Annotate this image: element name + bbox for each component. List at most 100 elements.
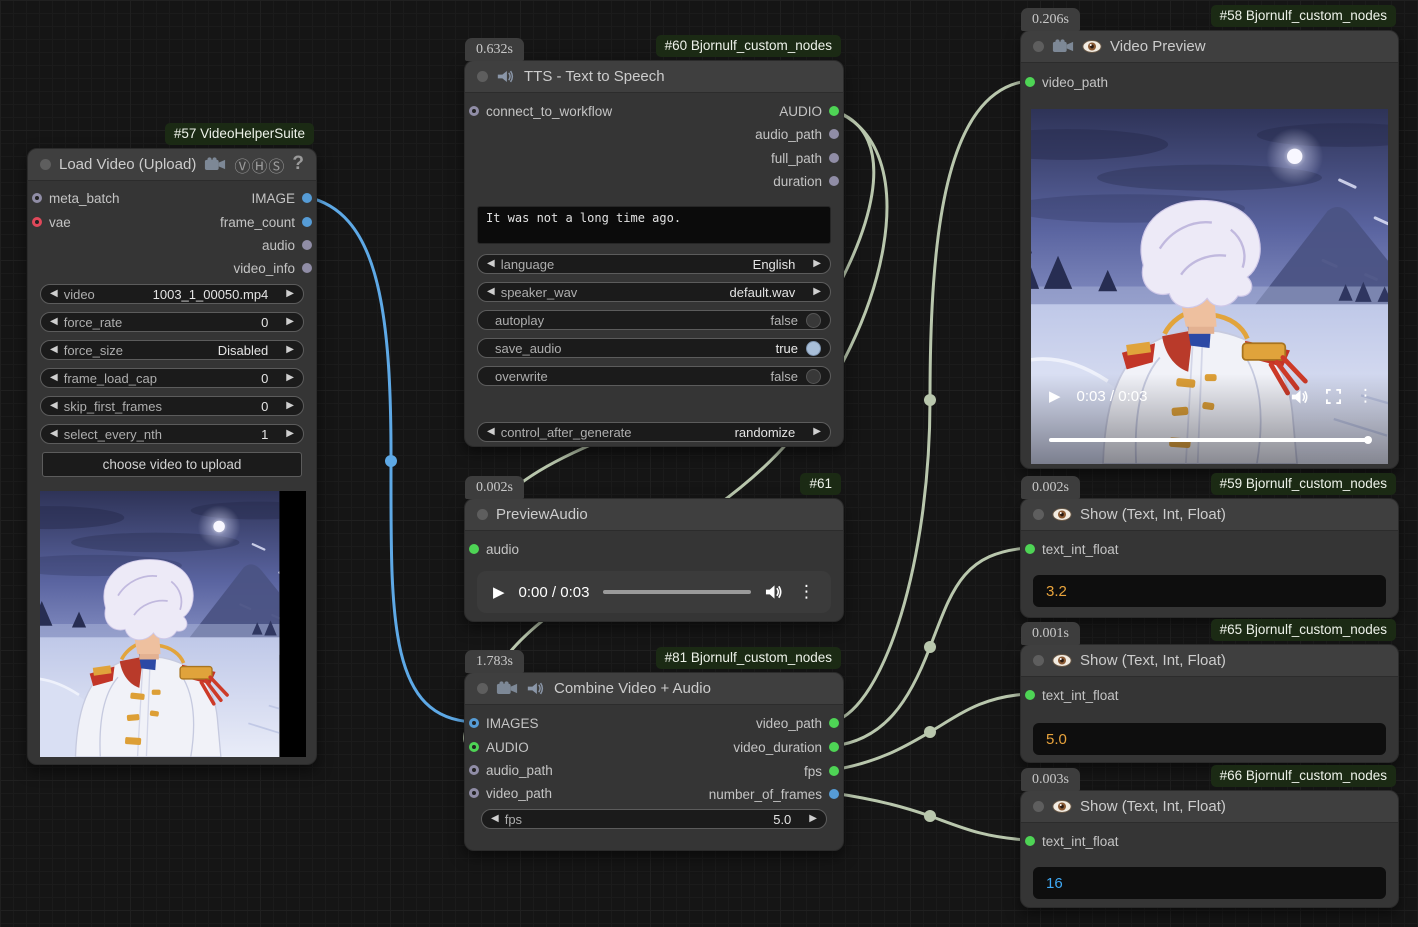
- fullscreen-icon[interactable]: [1326, 389, 1341, 404]
- input-port-text-int-float[interactable]: text_int_float: [1025, 537, 1119, 561]
- seek-bar[interactable]: [603, 590, 751, 594]
- increment-arrow-icon[interactable]: ▶: [286, 401, 294, 411]
- collapse-dot[interactable]: [1033, 655, 1044, 666]
- node-header[interactable]: Combine Video + Audio: [465, 673, 843, 705]
- video-seek-bar[interactable]: [1049, 438, 1370, 442]
- node-video-preview[interactable]: 0.206s #58 Bjornulf_custom_nodes Video P…: [1020, 30, 1399, 469]
- widget-fps[interactable]: ◀ fps 5.0 ▶: [481, 809, 827, 829]
- seek-knob[interactable]: [1364, 436, 1372, 444]
- kebab-menu-icon[interactable]: ⋮: [1357, 388, 1374, 405]
- collapse-dot[interactable]: [1033, 801, 1044, 812]
- decrement-arrow-icon[interactable]: ◀: [50, 401, 58, 411]
- increment-arrow-icon[interactable]: ▶: [286, 317, 294, 327]
- input-port-video-path[interactable]: video_path: [469, 781, 552, 805]
- node-tts[interactable]: 0.632s #60 Bjornulf_custom_nodes TTS - T…: [464, 60, 844, 447]
- tts-text-input[interactable]: It was not a long time ago.: [477, 206, 831, 244]
- port-dot[interactable]: [302, 263, 312, 273]
- node-preview-audio[interactable]: 0.002s #61 PreviewAudio audio ▶ 0:00 / 0…: [464, 498, 844, 622]
- output-port-audio-path[interactable]: audio_path: [755, 122, 839, 146]
- collapse-dot[interactable]: [1033, 509, 1044, 520]
- increment-arrow-icon[interactable]: ▶: [286, 429, 294, 439]
- node-header[interactable]: Load Video (Upload) ⓋⒽⓈ ?: [28, 149, 316, 181]
- output-port-full-path[interactable]: full_path: [771, 146, 839, 170]
- port-dot[interactable]: [829, 742, 839, 752]
- collapse-dot[interactable]: [477, 509, 488, 520]
- node-header[interactable]: PreviewAudio: [465, 499, 843, 531]
- node-header[interactable]: TTS - Text to Speech: [465, 61, 843, 93]
- kebab-menu-icon[interactable]: ⋮: [798, 584, 815, 601]
- node-load-video[interactable]: #57 VideoHelperSuite Load Video (Upload)…: [27, 148, 317, 765]
- collapse-dot[interactable]: [477, 71, 488, 82]
- widget-force-size[interactable]: ◀ force_size Disabled ▶: [40, 340, 304, 360]
- output-port-number-of-frames[interactable]: number_of_frames: [709, 782, 839, 806]
- input-port-text-int-float[interactable]: text_int_float: [1025, 829, 1119, 853]
- video-player[interactable]: ▶ 0:03 / 0:03 ⋮: [1031, 109, 1388, 464]
- toggle-knob[interactable]: [806, 369, 821, 384]
- output-port-video-duration[interactable]: video_duration: [733, 735, 839, 759]
- port-dot[interactable]: [1025, 836, 1035, 846]
- port-dot[interactable]: [829, 718, 839, 728]
- input-port-audio[interactable]: AUDIO: [469, 735, 529, 759]
- widget-save-audio-toggle[interactable]: save_audio true: [477, 338, 831, 358]
- port-dot[interactable]: [469, 742, 479, 752]
- port-dot[interactable]: [829, 129, 839, 139]
- port-dot[interactable]: [32, 217, 42, 227]
- widget-control-after-generate[interactable]: ◀ control_after_generate randomize ▶: [477, 422, 831, 442]
- widget-autoplay-toggle[interactable]: autoplay false: [477, 310, 831, 330]
- increment-arrow-icon[interactable]: ▶: [286, 373, 294, 383]
- port-dot[interactable]: [829, 766, 839, 776]
- widget-speaker-wav[interactable]: ◀ speaker_wav default.wav ▶: [477, 282, 831, 302]
- input-port-vae[interactable]: vae: [32, 210, 71, 234]
- output-port-fps[interactable]: fps: [804, 759, 839, 783]
- decrement-arrow-icon[interactable]: ◀: [50, 289, 58, 299]
- node-show-fps[interactable]: 0.001s #65 Bjornulf_custom_nodes Show (T…: [1020, 644, 1399, 763]
- input-port-connect-to-workflow[interactable]: connect_to_workflow: [469, 99, 612, 123]
- widget-skip-first-frames[interactable]: ◀ skip_first_frames 0 ▶: [40, 396, 304, 416]
- widget-select-every-nth[interactable]: ◀ select_every_nth 1 ▶: [40, 424, 304, 444]
- decrement-arrow-icon[interactable]: ◀: [487, 287, 495, 297]
- port-dot[interactable]: [302, 193, 312, 203]
- port-dot[interactable]: [829, 153, 839, 163]
- increment-arrow-icon[interactable]: ▶: [286, 289, 294, 299]
- collapse-dot[interactable]: [40, 159, 51, 170]
- play-icon[interactable]: ▶: [1049, 389, 1061, 404]
- port-dot[interactable]: [302, 217, 312, 227]
- increment-arrow-icon[interactable]: ▶: [813, 427, 821, 437]
- output-port-duration[interactable]: duration: [773, 169, 839, 193]
- node-show-frames[interactable]: 0.003s #66 Bjornulf_custom_nodes Show (T…: [1020, 790, 1399, 908]
- output-port-image[interactable]: IMAGE: [251, 186, 312, 210]
- decrement-arrow-icon[interactable]: ◀: [50, 429, 58, 439]
- decrement-arrow-icon[interactable]: ◀: [487, 427, 495, 437]
- widget-force-rate[interactable]: ◀ force_rate 0 ▶: [40, 312, 304, 332]
- node-header[interactable]: Show (Text, Int, Float): [1021, 499, 1398, 531]
- port-dot[interactable]: [829, 789, 839, 799]
- port-dot[interactable]: [1025, 544, 1035, 554]
- output-port-video-path[interactable]: video_path: [756, 711, 839, 735]
- collapse-dot[interactable]: [1033, 41, 1044, 52]
- decrement-arrow-icon[interactable]: ◀: [487, 259, 495, 269]
- port-dot[interactable]: [829, 176, 839, 186]
- increment-arrow-icon[interactable]: ▶: [809, 814, 817, 824]
- play-icon[interactable]: ▶: [493, 585, 505, 600]
- volume-icon[interactable]: [765, 584, 784, 600]
- widget-frame-load-cap[interactable]: ◀ frame_load_cap 0 ▶: [40, 368, 304, 388]
- node-header[interactable]: Show (Text, Int, Float): [1021, 645, 1398, 677]
- widget-video[interactable]: ◀ video 1003_1_00050.mp4 ▶: [40, 284, 304, 304]
- input-port-audio-path[interactable]: audio_path: [469, 758, 553, 782]
- increment-arrow-icon[interactable]: ▶: [813, 287, 821, 297]
- decrement-arrow-icon[interactable]: ◀: [50, 373, 58, 383]
- widget-overwrite-toggle[interactable]: overwrite false: [477, 366, 831, 386]
- node-combine-video-audio[interactable]: 1.783s #81 Bjornulf_custom_nodes Combine…: [464, 672, 844, 851]
- input-port-images[interactable]: IMAGES: [469, 711, 539, 735]
- video-controls-bar[interactable]: ▶ 0:03 / 0:03 ⋮: [1031, 374, 1388, 464]
- port-dot[interactable]: [302, 240, 312, 250]
- toggle-knob[interactable]: [806, 313, 821, 328]
- node-header[interactable]: Video Preview: [1021, 31, 1398, 63]
- decrement-arrow-icon[interactable]: ◀: [491, 814, 499, 824]
- output-port-video-info[interactable]: video_info: [233, 256, 312, 280]
- input-port-audio[interactable]: audio: [469, 537, 519, 561]
- collapse-dot[interactable]: [477, 683, 488, 694]
- input-port-meta-batch[interactable]: meta_batch: [32, 186, 120, 210]
- port-dot[interactable]: [469, 544, 479, 554]
- help-icon[interactable]: ?: [292, 153, 304, 175]
